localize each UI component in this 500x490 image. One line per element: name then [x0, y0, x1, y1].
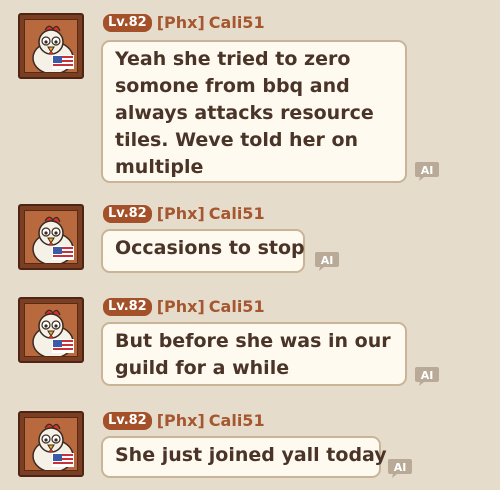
ai-translate-label: AI: [421, 164, 434, 177]
player-name[interactable]: Cali51: [209, 13, 265, 33]
ai-translate-icon[interactable]: AI: [387, 457, 413, 479]
player-avatar[interactable]: [18, 13, 84, 79]
message-line: But before she was in our: [115, 330, 391, 352]
chicken-avatar-icon: [24, 303, 78, 357]
guild-tag: [Phx]: [156, 411, 205, 430]
us-flag-icon: [52, 55, 74, 69]
level-badge: Lv.82: [103, 205, 152, 223]
message-line: always attacks resource: [115, 102, 374, 124]
ai-translate-icon[interactable]: AI: [414, 160, 440, 182]
chicken-avatar-icon: [24, 19, 78, 73]
message-bubble[interactable]: But before she was in our guild for a wh…: [101, 322, 407, 386]
guild-tag: [Phx]: [156, 297, 205, 316]
chicken-avatar-icon: [24, 417, 78, 471]
message-line: Occasions to stop: [115, 237, 305, 259]
message-line: somone from bbq and: [115, 75, 350, 97]
player-name[interactable]: Cali51: [209, 297, 265, 317]
ai-translate-icon[interactable]: AI: [314, 250, 340, 272]
ai-translate-label: AI: [321, 254, 334, 267]
ai-translate-label: AI: [394, 461, 407, 474]
message-line: tiles. Weve told her on: [115, 129, 359, 151]
message-line: Yeah she tried to zero: [115, 48, 351, 70]
level-badge: Lv.82: [103, 298, 152, 316]
message-line: She just joined yall today: [115, 444, 387, 466]
message-line: multiple: [115, 156, 204, 178]
player-avatar[interactable]: [18, 297, 84, 363]
guild-tag: [Phx]: [156, 13, 205, 32]
message-bubble[interactable]: Yeah she tried to zero somone from bbq a…: [101, 40, 407, 183]
player-name[interactable]: Cali51: [209, 204, 265, 224]
us-flag-icon: [52, 453, 74, 467]
message-line: guild for a while: [115, 357, 290, 379]
us-flag-icon: [52, 246, 74, 260]
player-avatar[interactable]: [18, 411, 84, 477]
us-flag-icon: [52, 339, 74, 353]
player-avatar[interactable]: [18, 204, 84, 270]
message-header: Lv.82 [Phx] Cali51: [103, 13, 265, 33]
level-badge: Lv.82: [103, 14, 152, 32]
message-header: Lv.82 [Phx] Cali51: [103, 411, 265, 431]
level-badge: Lv.82: [103, 412, 152, 430]
ai-translate-label: AI: [421, 369, 434, 382]
ai-translate-icon[interactable]: AI: [414, 365, 440, 387]
message-bubble[interactable]: She just joined yall today: [101, 436, 387, 478]
message-header: Lv.82 [Phx] Cali51: [103, 204, 265, 224]
player-name[interactable]: Cali51: [209, 411, 265, 431]
chicken-avatar-icon: [24, 210, 78, 264]
message-bubble[interactable]: Occasions to stop: [101, 229, 305, 273]
guild-tag: [Phx]: [156, 204, 205, 223]
message-header: Lv.82 [Phx] Cali51: [103, 297, 265, 317]
